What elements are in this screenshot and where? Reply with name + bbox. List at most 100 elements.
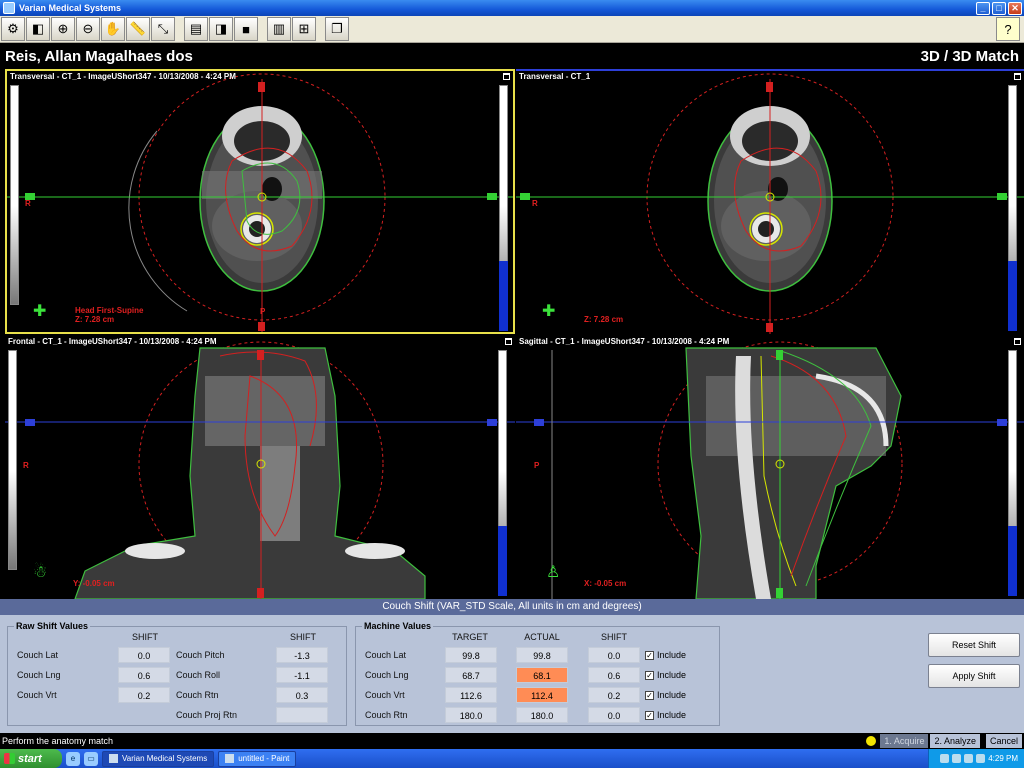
window-level-icon[interactable]: ◧ bbox=[26, 17, 50, 41]
blend-icon[interactable]: ▥ bbox=[267, 17, 291, 41]
include-label: Include bbox=[657, 690, 687, 700]
security-icon[interactable] bbox=[976, 754, 986, 763]
help-icon[interactable]: ? bbox=[996, 17, 1020, 41]
couch-proj-rtn-label: Couch Proj Rtn bbox=[176, 710, 238, 720]
app-icon bbox=[3, 2, 15, 14]
window-level-slider-left[interactable] bbox=[10, 85, 19, 305]
couch-vrt-label: Couch Vrt bbox=[365, 690, 405, 700]
patient-position-label: Head First-Supine bbox=[75, 306, 144, 315]
viewport-label: Transversal - CT_1 bbox=[519, 72, 591, 81]
viewport-label: Transversal - CT_1 - ImageUShort347 - 10… bbox=[10, 72, 236, 81]
crosshair-tool-icon[interactable]: ⤡ bbox=[151, 17, 175, 41]
shift-column-header: SHIFT bbox=[601, 632, 627, 642]
machine-values-group: Machine Values TARGET ACTUAL SHIFT Couch… bbox=[355, 621, 720, 726]
volume-icon[interactable] bbox=[952, 754, 962, 763]
couch-rtn-label: Couch Rtn bbox=[365, 710, 408, 720]
orientation-r-marker: R bbox=[532, 199, 538, 208]
window-title-bar: Varian Medical Systems _ □ ✕ bbox=[0, 0, 1024, 16]
couch-lng-shift: 0.6 bbox=[118, 667, 170, 683]
couch-lng-target: 68.7 bbox=[445, 667, 497, 683]
task-varian[interactable]: Varian Medical Systems bbox=[102, 750, 215, 767]
couch-rtn-target: 180.0 bbox=[445, 707, 497, 723]
patient-orientation-icon: ♙ bbox=[546, 564, 561, 581]
viewport-transversal-left[interactable]: Transversal - CT_1 - ImageUShort347 - 10… bbox=[5, 69, 515, 334]
paint-app-icon bbox=[225, 754, 235, 763]
transversal-reference-image bbox=[516, 73, 1024, 334]
shift-column-header: SHIFT bbox=[290, 632, 316, 642]
show-desktop-icon[interactable]: ▭ bbox=[84, 751, 98, 766]
viewport-transversal-right[interactable]: Transversal - CT_1 R ✚ Z: 7.28 cm bbox=[516, 69, 1024, 334]
couch-lat-include-checkbox[interactable]: ✓ Include bbox=[645, 650, 686, 660]
couch-lng-shift: 0.6 bbox=[588, 667, 640, 683]
sagittal-image bbox=[516, 341, 1024, 599]
apply-shift-button[interactable]: Apply Shift bbox=[928, 664, 1020, 688]
maximize-viewport-icon[interactable] bbox=[1014, 338, 1021, 345]
step-analyze[interactable]: 2. Analyze bbox=[930, 734, 980, 748]
viewport-label: Sagittal - CT_1 - ImageUShort347 - 10/13… bbox=[519, 337, 730, 346]
maximize-viewport-icon[interactable] bbox=[505, 338, 512, 345]
transversal-image bbox=[7, 73, 513, 332]
checkbox-check-icon: ✓ bbox=[645, 710, 654, 720]
patient-orientation-icon: ✚ bbox=[542, 303, 556, 320]
internet-explorer-icon[interactable]: e bbox=[66, 751, 80, 766]
system-tray: 4:29 PM bbox=[928, 749, 1024, 768]
couch-vrt-include-checkbox[interactable]: ✓ Include bbox=[645, 690, 686, 700]
match-icon[interactable]: ⊞ bbox=[292, 17, 316, 41]
window-level-slider-left[interactable] bbox=[8, 350, 17, 570]
couch-shift-header: Couch Shift (VAR_STD Scale, All units in… bbox=[0, 599, 1024, 615]
couch-pitch-shift: -1.3 bbox=[276, 647, 328, 663]
histogram-bar bbox=[1008, 526, 1017, 596]
task-paint[interactable]: untitled - Paint bbox=[218, 750, 297, 767]
slice-coordinate: X: -0.05 cm bbox=[584, 579, 627, 588]
status-indicator-icon bbox=[866, 736, 877, 746]
couch-vrt-label: Couch Vrt bbox=[17, 690, 57, 700]
overlay-icon[interactable]: ▤ bbox=[184, 17, 208, 41]
maximize-button[interactable]: □ bbox=[992, 1, 1006, 15]
windows-logo-icon bbox=[4, 753, 15, 764]
tray-app-icon[interactable] bbox=[964, 754, 974, 763]
layout-single-icon[interactable]: ■ bbox=[234, 17, 258, 41]
zoom-out-icon[interactable]: ⊖ bbox=[76, 17, 100, 41]
minimize-button[interactable]: _ bbox=[976, 1, 990, 15]
orientation-p-marker: P bbox=[260, 307, 266, 316]
couch-proj-rtn-shift bbox=[276, 707, 328, 723]
couch-pitch-label: Couch Pitch bbox=[176, 650, 225, 660]
couch-lng-label: Couch Lng bbox=[17, 670, 61, 680]
maximize-viewport-icon[interactable] bbox=[503, 73, 510, 80]
couch-lng-actual: 68.1 bbox=[516, 667, 568, 683]
slice-coordinate: Y: -0.05 cm bbox=[73, 579, 115, 588]
start-button[interactable]: start bbox=[0, 749, 62, 768]
shift-column-header: SHIFT bbox=[132, 632, 158, 642]
match-mode-title: 3D / 3D Match bbox=[920, 48, 1019, 65]
couch-lat-target: 99.8 bbox=[445, 647, 497, 663]
taskbar: start e ▭ Varian Medical Systems untitle… bbox=[0, 749, 1024, 768]
reset-shift-button[interactable]: Reset Shift bbox=[928, 633, 1020, 657]
zoom-in-icon[interactable]: ⊕ bbox=[51, 17, 75, 41]
step-acquire[interactable]: 1. Acquire bbox=[880, 734, 929, 748]
pan-hand-icon[interactable]: ✋ bbox=[101, 17, 125, 41]
close-button[interactable]: ✕ bbox=[1008, 1, 1022, 15]
couch-vrt-actual: 112.4 bbox=[516, 687, 568, 703]
ruler-icon[interactable]: 📏 bbox=[126, 17, 150, 41]
couch-lng-include-checkbox[interactable]: ✓ Include bbox=[645, 670, 686, 680]
window-icon[interactable]: ❐ bbox=[325, 17, 349, 41]
histogram-bar bbox=[498, 526, 507, 596]
task-label: Varian Medical Systems bbox=[122, 753, 208, 763]
couch-rtn-shift: 0.3 bbox=[276, 687, 328, 703]
task-label: untitled - Paint bbox=[238, 753, 290, 763]
layout-split-icon[interactable]: ◨ bbox=[209, 17, 233, 41]
couch-lat-actual: 99.8 bbox=[516, 647, 568, 663]
cancel-button[interactable]: Cancel bbox=[985, 734, 1022, 748]
patient-header: Reis, Allan Magalhaes dos 3D / 3D Match bbox=[0, 44, 1024, 68]
couch-rtn-include-checkbox[interactable]: ✓ Include bbox=[645, 710, 686, 720]
viewport-frontal[interactable]: Frontal - CT_1 - ImageUShort347 - 10/13/… bbox=[5, 336, 515, 599]
network-icon[interactable] bbox=[940, 754, 950, 763]
couch-lat-shift: 0.0 bbox=[118, 647, 170, 663]
main-toolbar: ⚙ ◧ ⊕ ⊖ ✋ 📏 ⤡ ▤ ◨ ■ ▥ ⊞ ❐ ? bbox=[0, 16, 1024, 43]
maximize-viewport-icon[interactable] bbox=[1014, 73, 1021, 80]
group-title: Raw Shift Values bbox=[14, 621, 91, 631]
actual-column-header: ACTUAL bbox=[524, 632, 560, 642]
viewport-sagittal[interactable]: Sagittal - CT_1 - ImageUShort347 - 10/13… bbox=[516, 336, 1024, 599]
settings-icon[interactable]: ⚙ bbox=[1, 17, 25, 41]
couch-vrt-target: 112.6 bbox=[445, 687, 497, 703]
